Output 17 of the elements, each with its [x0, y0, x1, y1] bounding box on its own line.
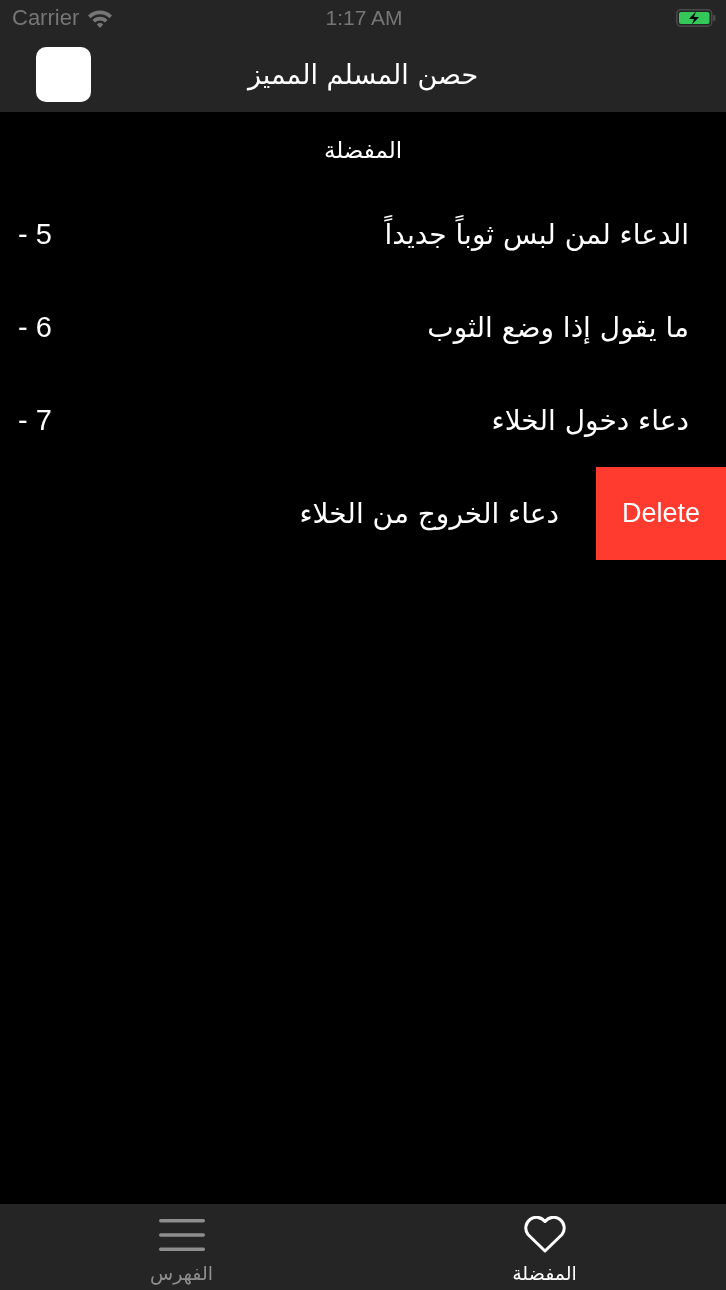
dua-title[interactable]: دعاء الخروج من الخلاء	[299, 497, 559, 530]
menu-icon	[158, 1219, 205, 1251]
status-time: 1:17 AM	[325, 6, 403, 30]
delete-button[interactable]: Delete	[596, 467, 726, 560]
tab[interactable]: الفهرس	[0, 1204, 363, 1290]
heart-icon	[522, 1216, 567, 1253]
blank-square-icon[interactable]	[36, 46, 91, 102]
dua-title[interactable]: دعاء دخول الخلاء	[491, 404, 689, 437]
section-header: المفضلة	[323, 137, 403, 163]
item-number: - 5	[18, 218, 52, 251]
dua-title[interactable]: ما يقول إذا وضع الثوب	[427, 311, 689, 344]
wifi-icon	[87, 8, 114, 28]
item-number: - 7	[18, 404, 52, 437]
item-number: - 6	[18, 311, 52, 344]
carrier-label: Carrier	[12, 5, 80, 31]
tab[interactable]: المفضلة	[363, 1204, 726, 1290]
nav-title: حصن المسلم المميز	[247, 58, 479, 90]
